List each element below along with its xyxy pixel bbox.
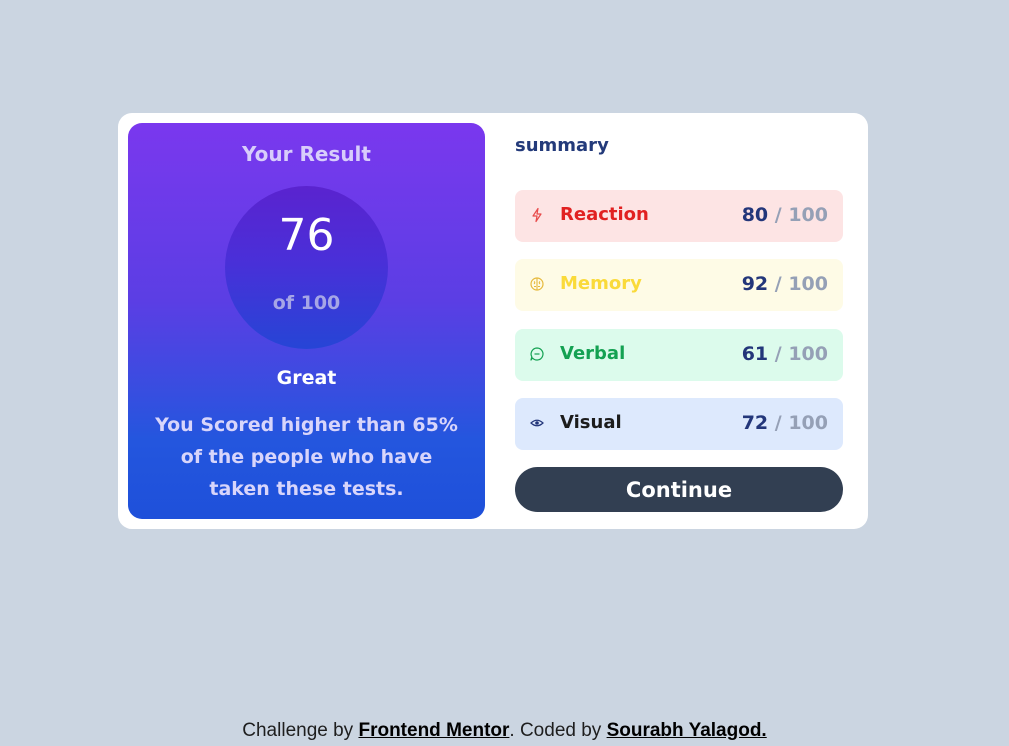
- category-score: 92 / 100: [741, 273, 828, 295]
- category-visual: Visual 72 / 100: [515, 398, 843, 450]
- rating-label: Great: [276, 367, 337, 389]
- author-link[interactable]: Sourabh Yalagod.: [607, 720, 767, 741]
- score-of: of 100: [272, 292, 341, 314]
- result-title: Your Result: [242, 142, 371, 166]
- category-name: Memory: [560, 273, 642, 294]
- category-score: 80 / 100: [741, 204, 828, 226]
- category-name: Visual: [560, 412, 622, 433]
- category-name: Reaction: [560, 204, 649, 225]
- lightning-icon: [532, 207, 542, 223]
- category-memory: Memory 92 / 100: [515, 259, 843, 311]
- chat-bubble-icon: [530, 347, 544, 361]
- continue-button[interactable]: Continue: [515, 467, 843, 512]
- footer-prefix: Challenge by: [242, 720, 359, 741]
- frontend-mentor-link[interactable]: Frontend Mentor: [358, 720, 509, 741]
- category-name: Verbal: [560, 343, 626, 364]
- result-description: You Scored higher than 65% of the people…: [155, 414, 458, 500]
- footer-middle: . Coded by: [509, 720, 607, 741]
- summary-title: summary: [515, 135, 609, 156]
- category-verbal: Verbal 61 / 100: [515, 329, 843, 381]
- category-score: 61 / 100: [741, 343, 828, 365]
- category-reaction: Reaction 80 / 100: [515, 190, 843, 242]
- result-panel: Your Result 76 of 100 Great You Scored h…: [128, 123, 485, 519]
- results-card: Your Result 76 of 100 Great You Scored h…: [118, 113, 868, 529]
- eye-icon: [530, 419, 544, 427]
- score-circle: 76 of 100: [225, 186, 388, 349]
- score-value: 76: [278, 210, 335, 261]
- attribution-footer: Challenge by Frontend Mentor. Coded by S…: [0, 720, 1009, 742]
- category-score: 72 / 100: [741, 412, 828, 434]
- brain-icon: [530, 277, 544, 291]
